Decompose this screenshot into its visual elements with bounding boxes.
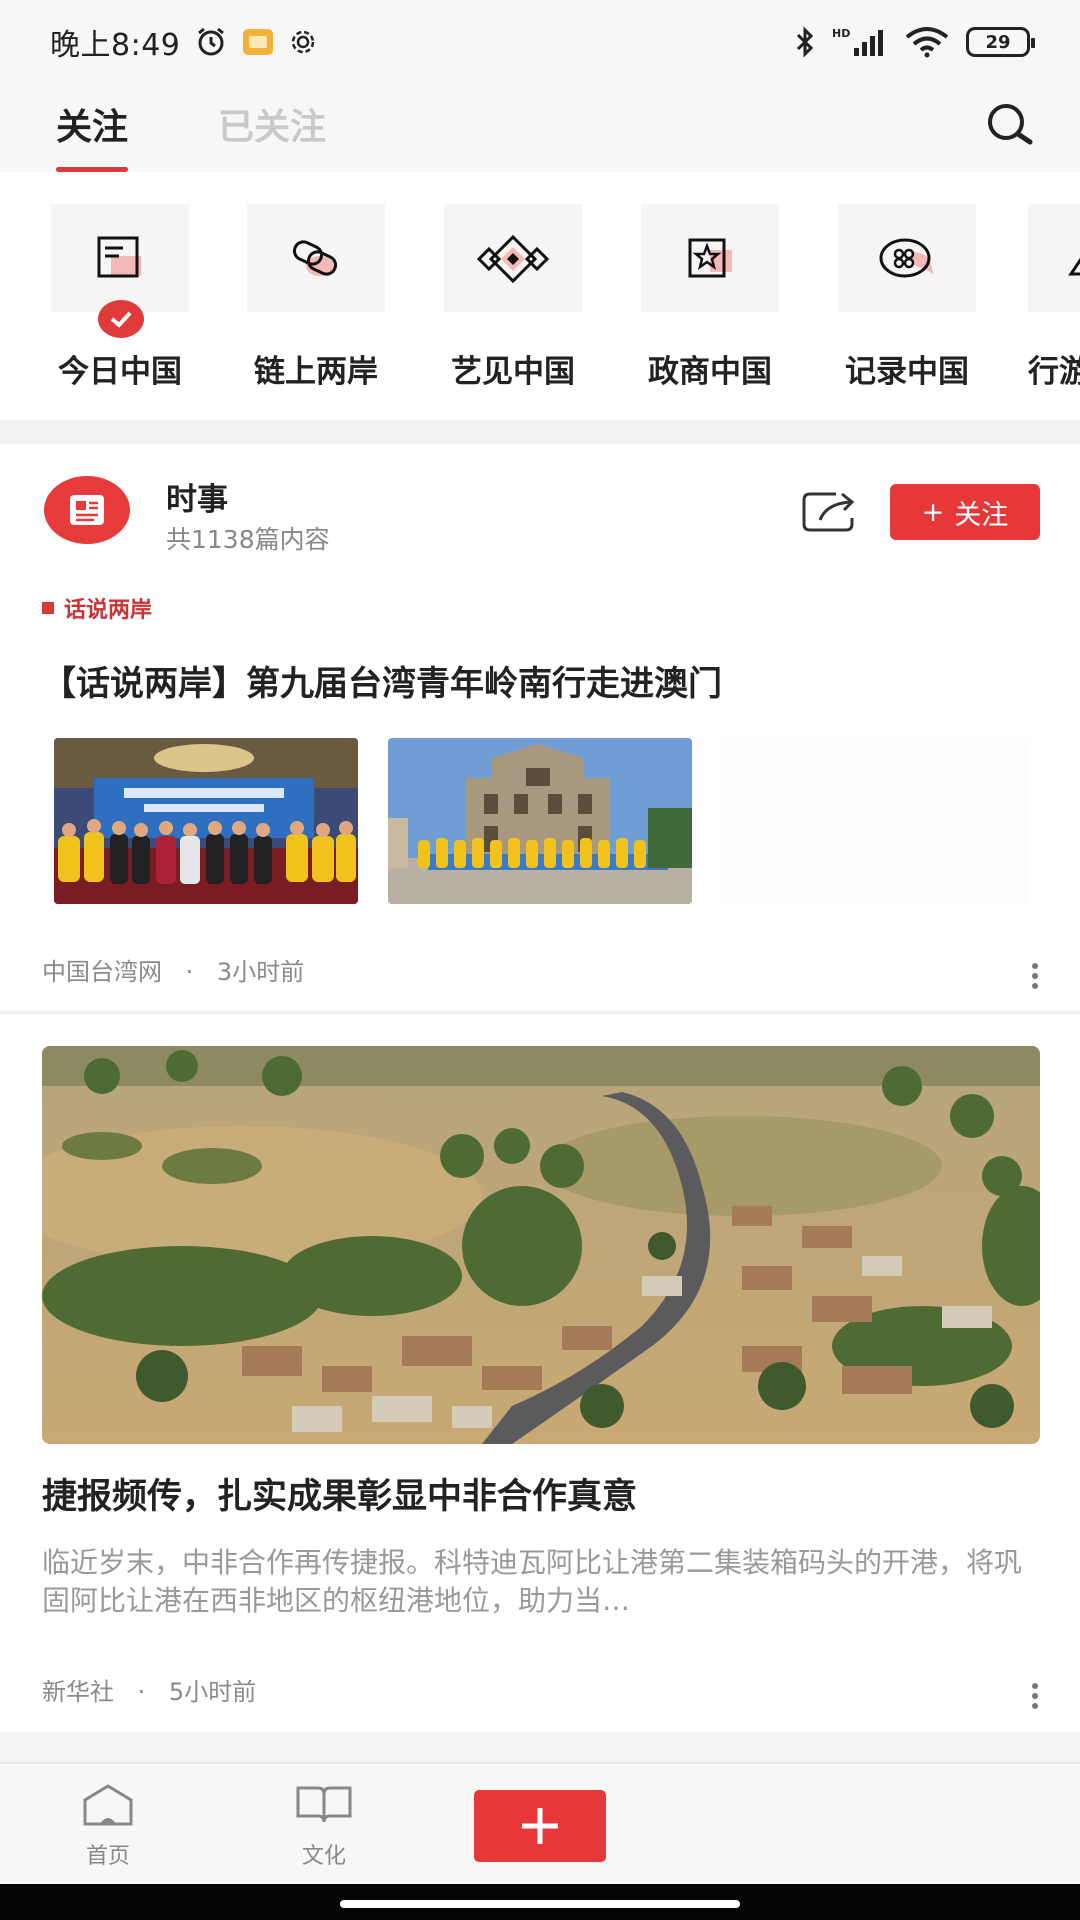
channel-label: 记录中国 xyxy=(845,354,969,390)
tab-followed[interactable]: 已关注 xyxy=(218,84,326,172)
topic-count: 共1138篇内容 xyxy=(166,525,330,554)
search-button[interactable] xyxy=(980,96,1040,156)
gallery-app-icon xyxy=(243,29,274,55)
channel-label: 行游 xyxy=(1028,354,1080,390)
plus-icon: + xyxy=(921,496,945,528)
nav-home[interactable]: 首页 xyxy=(58,1782,158,1870)
channel-label: 艺见中国 xyxy=(451,354,575,390)
meta-separator: · xyxy=(137,1678,146,1706)
article-tag[interactable]: 话说两岸 xyxy=(42,592,152,624)
more-options-button[interactable] xyxy=(1030,960,1040,992)
tag-dot xyxy=(42,602,54,614)
thumbnail-placeholder xyxy=(722,738,1028,904)
mountain-icon xyxy=(1068,257,1080,276)
article-title[interactable]: 【话说两岸】第九届台湾青年岭南行走进澳门 xyxy=(42,656,722,705)
more-options-button[interactable] xyxy=(1030,1680,1040,1712)
article-card[interactable]: 捷报频传，扎实成果彰显中非合作真意 临近岁末，中非合作再传捷报。科特迪瓦阿比让港… xyxy=(0,1012,1080,1732)
add-button[interactable] xyxy=(474,1790,606,1862)
article-meta-row: 中国台湾网 · 3小时前 xyxy=(42,952,304,987)
article-hero-image[interactable] xyxy=(42,1046,1040,1444)
link-icon xyxy=(292,240,338,276)
article-source[interactable]: 中国台湾网 xyxy=(42,958,162,986)
channel-label: 今日中国 xyxy=(58,354,182,390)
channel-today-china[interactable]: 今日中国 xyxy=(50,204,190,391)
topic-card[interactable]: 时事 共1138篇内容 + 关注 话说两岸 【话说两岸】第九届台湾青年岭南行走进… xyxy=(0,444,1080,1010)
channel-icon-bg xyxy=(1028,204,1080,312)
search-icon xyxy=(988,104,1033,145)
check-icon xyxy=(110,311,132,328)
channel-icon-bg xyxy=(641,204,779,312)
topic-name[interactable]: 时事 xyxy=(166,474,228,519)
more-dots-icon xyxy=(1032,1683,1038,1709)
article-source[interactable]: 新华社 xyxy=(42,1678,114,1706)
article-title[interactable]: 捷报频传，扎实成果彰显中非合作真意 xyxy=(42,1468,637,1519)
newspaper-icon xyxy=(70,495,104,525)
channel-art-china[interactable]: 艺见中国 xyxy=(443,204,583,391)
news-icon xyxy=(97,236,141,278)
svg-text:HD: HD xyxy=(832,27,850,40)
top-tabs: 关注 已关注 xyxy=(0,84,1080,172)
tab-follow[interactable]: 关注 xyxy=(56,84,129,172)
channel-label: 政商中国 xyxy=(648,354,772,390)
home-icon xyxy=(83,1784,133,1826)
channel-travel[interactable]: 行游 xyxy=(1028,204,1080,391)
more-dots-icon xyxy=(1032,963,1038,989)
pattern-icon xyxy=(477,234,549,283)
channel-icon-bg xyxy=(838,204,976,312)
article-summary[interactable]: 临近岁末，中非合作再传捷报。科特迪瓦阿比让港第二集装箱码头的开港，将巩固阿比让港… xyxy=(42,1544,1042,1620)
aerial-landscape-image xyxy=(42,1046,1040,1444)
group-photo-image xyxy=(54,738,358,904)
channel-record-china[interactable]: 记录中国 xyxy=(837,204,977,391)
bluetooth-icon xyxy=(796,26,814,58)
wifi-icon xyxy=(905,27,949,58)
follow-label: 关注 xyxy=(954,499,1009,531)
channel-govt-business[interactable]: 政商中国 xyxy=(640,204,780,391)
tag-label: 话说两岸 xyxy=(64,597,153,623)
article-thumbnails xyxy=(54,738,1028,904)
follow-button[interactable]: + 关注 xyxy=(890,484,1040,540)
section-divider xyxy=(0,420,1080,444)
settings-gear-icon xyxy=(292,30,315,54)
alarm-icon xyxy=(198,27,225,56)
nav-culture[interactable]: 文化 xyxy=(274,1782,374,1870)
channel-icon-bg xyxy=(51,204,189,312)
star-frame-icon xyxy=(688,238,732,278)
topic-avatar[interactable] xyxy=(44,476,130,544)
signal-hd-icon: HD xyxy=(832,27,883,56)
channel-label: 链上两岸 xyxy=(254,354,378,390)
share-icon xyxy=(802,492,855,532)
article-meta-row: 新华社 · 5小时前 xyxy=(42,1672,256,1707)
channel-row: 今日中国 链上两岸 艺见中国 政商中国 记录中国 行游 xyxy=(0,172,1080,420)
channel-icon-bg xyxy=(247,204,385,312)
share-button[interactable] xyxy=(800,488,860,534)
plus-icon xyxy=(522,1808,558,1844)
channel-icon-bg xyxy=(444,204,582,312)
battery-indicator: 29 xyxy=(966,27,1035,57)
home-gesture-indicator[interactable] xyxy=(340,1900,740,1908)
thumbnail-ruins-photo[interactable] xyxy=(388,738,692,904)
meta-separator: · xyxy=(185,958,194,986)
book-icon xyxy=(296,1786,352,1823)
nav-culture-label: 文化 xyxy=(301,1844,346,1869)
bottom-navigation: 首页 文化 xyxy=(0,1762,1080,1884)
nav-home-label: 首页 xyxy=(85,1844,130,1869)
status-time: 晚上8:49 xyxy=(50,28,181,63)
subscribed-check-badge xyxy=(98,300,144,338)
article-time: 3小时前 xyxy=(216,958,305,986)
chat-bubble-icon xyxy=(879,238,933,278)
status-bar: 晚上8:49 HD 29 xyxy=(0,0,1080,84)
channel-cross-strait[interactable]: 链上两岸 xyxy=(246,204,386,391)
article-time: 5小时前 xyxy=(168,1678,257,1706)
ruins-photo-image xyxy=(388,738,692,904)
battery-level: 29 xyxy=(985,31,1011,53)
thumbnail-group-photo[interactable] xyxy=(54,738,358,904)
